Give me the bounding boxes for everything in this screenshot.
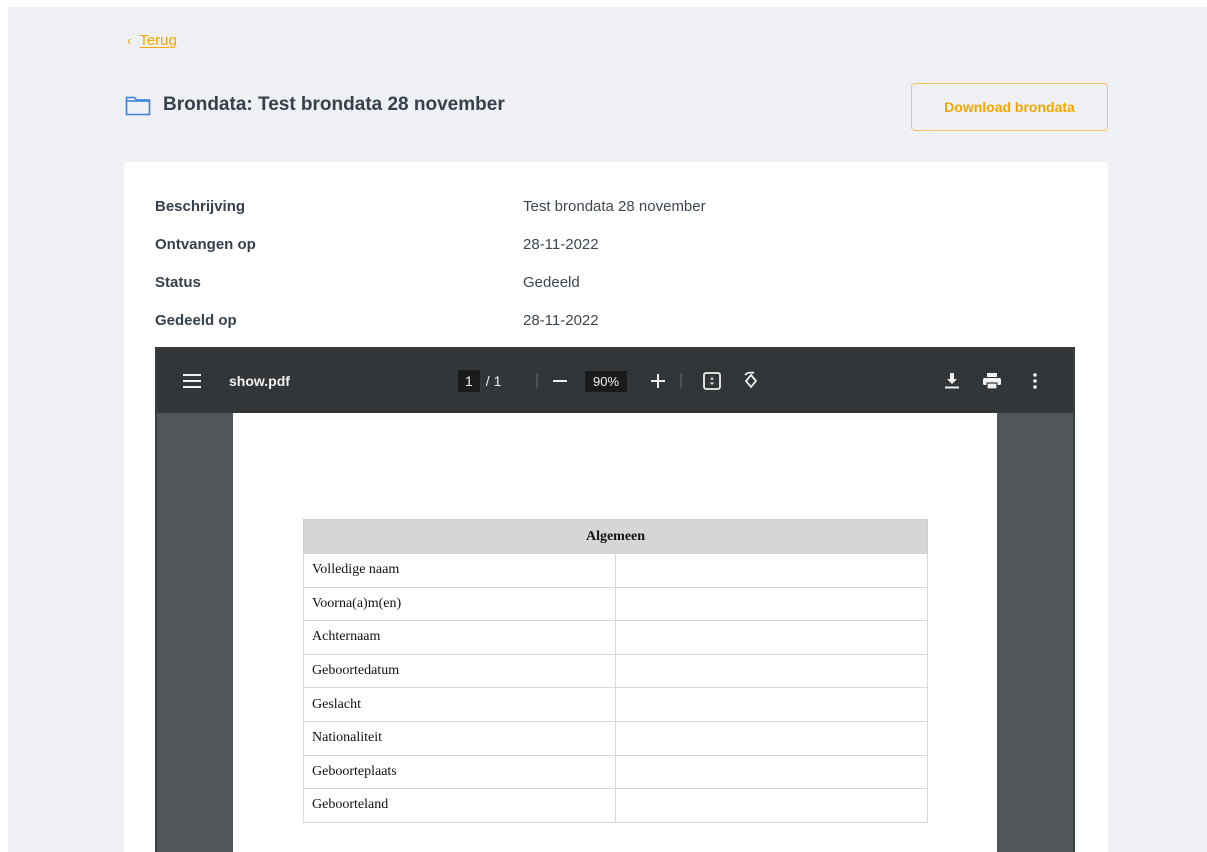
row-value <box>615 754 928 790</box>
pdf-viewer[interactable]: show.pdf 1 / 1 | 90% | Algemeen Volledig… <box>155 347 1075 852</box>
more-options-icon[interactable] <box>1033 349 1037 413</box>
current-page-input[interactable]: 1 <box>458 370 480 392</box>
detail-value: 28-11-2022 <box>523 236 599 253</box>
page-title-row: Brondata: Test brondata 28 november <box>125 94 505 116</box>
pdf-toolbar: show.pdf 1 / 1 | 90% | <box>157 349 1073 413</box>
menu-icon[interactable] <box>183 349 203 413</box>
download-icon[interactable] <box>945 349 959 413</box>
page-title: Brondata: Test brondata 28 november <box>163 94 505 115</box>
row-value <box>615 586 928 622</box>
algemeen-table: Algemeen Volledige naam Voorna(a)m(en) A… <box>303 519 928 823</box>
detail-row-ontvangen-op: Ontvangen op 28-11-2022 <box>155 236 599 253</box>
table-row: Achternaam <box>303 620 928 655</box>
folder-icon <box>125 96 151 116</box>
zoom-in-icon[interactable] <box>651 349 665 413</box>
row-label: Volledige naam <box>303 553 616 588</box>
chevron-left-icon: ‹ <box>127 33 132 48</box>
detail-value: Gedeeld <box>523 274 580 291</box>
pdf-filename: show.pdf <box>229 373 290 389</box>
rotate-icon[interactable] <box>741 349 761 413</box>
detail-label: Gedeeld op <box>155 312 237 329</box>
detail-label: Status <box>155 274 201 291</box>
toolbar-divider: | <box>535 372 540 389</box>
row-label: Geslacht <box>303 687 616 722</box>
detail-label: Beschrijving <box>155 198 246 215</box>
table-row: Geboorteplaats <box>303 754 928 790</box>
zoom-level-input[interactable]: 90% <box>585 370 628 392</box>
detail-row-status: Status Gedeeld <box>155 274 580 291</box>
zoom-out-icon[interactable] <box>553 349 567 413</box>
row-value <box>615 620 928 655</box>
table-row: Volledige naam <box>303 553 928 588</box>
row-value <box>615 653 928 689</box>
detail-value: 28-11-2022 <box>523 312 599 329</box>
print-icon[interactable] <box>983 349 1001 413</box>
row-value <box>615 788 928 823</box>
detail-row-beschrijving: Beschrijving Test brondata 28 november <box>155 198 706 215</box>
total-pages: / 1 <box>485 373 502 389</box>
row-value <box>615 687 928 722</box>
table-row: Geboortedatum <box>303 653 928 689</box>
row-label: Voorna(a)m(en) <box>303 586 616 622</box>
table-header: Algemeen <box>303 519 928 554</box>
row-label: Geboorteplaats <box>303 754 616 790</box>
row-label: Geboortedatum <box>303 653 616 689</box>
row-label: Nationaliteit <box>303 720 616 756</box>
table-row: Nationaliteit <box>303 720 928 756</box>
pdf-page: Algemeen Volledige naam Voorna(a)m(en) A… <box>233 413 997 852</box>
back-link[interactable]: ‹ Terug <box>127 32 177 49</box>
table-row: Voorna(a)m(en) <box>303 586 928 622</box>
table-row: Geboorteland <box>303 788 928 823</box>
back-link-label: Terug <box>139 32 177 49</box>
details-card: Beschrijving Test brondata 28 november O… <box>124 162 1108 852</box>
download-brondata-button[interactable]: Download brondata <box>911 83 1108 131</box>
table-row: Geslacht <box>303 687 928 722</box>
row-label: Achternaam <box>303 620 616 655</box>
detail-row-gedeeld-op: Gedeeld op 28-11-2022 <box>155 312 599 329</box>
detail-label: Ontvangen op <box>155 236 256 253</box>
row-label: Geboorteland <box>303 788 616 823</box>
page-indicator: 1 / 1 <box>458 349 501 413</box>
row-value <box>615 553 928 588</box>
toolbar-divider: | <box>679 372 684 389</box>
detail-value: Test brondata 28 november <box>523 198 706 215</box>
fit-page-icon[interactable] <box>703 349 721 413</box>
row-value <box>615 720 928 756</box>
